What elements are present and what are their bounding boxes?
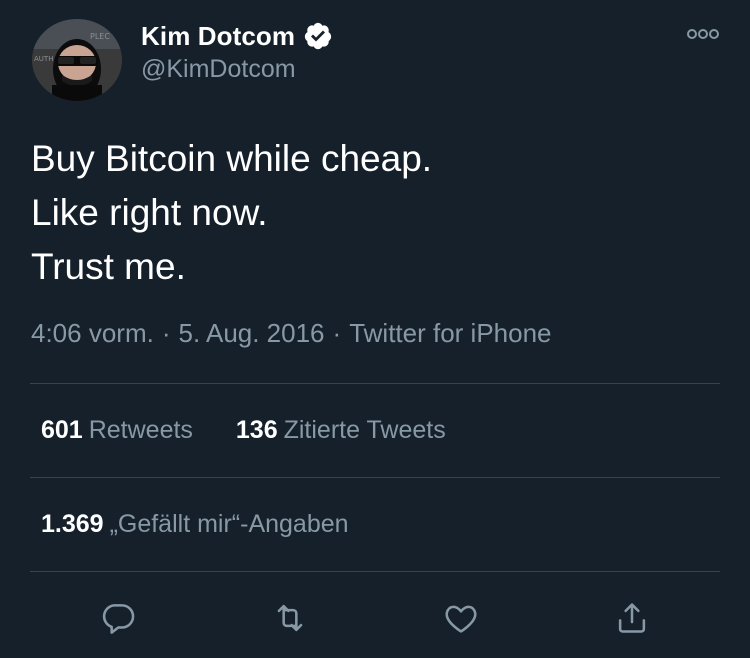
reply-icon bbox=[102, 604, 135, 634]
retweets-label: Retweets bbox=[88, 416, 193, 444]
name-row: Kim Dotcom bbox=[141, 19, 333, 53]
likes-stat[interactable]: 1.369 „Gefällt mir“-Angaben bbox=[41, 510, 349, 539]
share-icon bbox=[618, 603, 646, 633]
tweet-client[interactable]: Twitter for iPhone bbox=[349, 318, 551, 348]
tweet-text-line: Buy Bitcoin while cheap. bbox=[31, 138, 433, 179]
tweet-text-line: Like right now. bbox=[31, 192, 268, 233]
likes-count: 1.369 bbox=[41, 510, 104, 538]
tweet-time[interactable]: 4:06 vorm. bbox=[31, 318, 154, 348]
tweet-meta: 4:06 vorm. · 5. Aug. 2016 · Twitter for iPho… bbox=[31, 318, 552, 349]
quotes-stat[interactable]: 136 Zitierte Tweets bbox=[236, 416, 446, 445]
user-handle[interactable]: @KimDotcom bbox=[141, 55, 296, 84]
svg-text:AUTH: AUTH bbox=[34, 55, 53, 63]
quotes-label: Zitierte Tweets bbox=[283, 416, 446, 444]
action-bar bbox=[0, 596, 750, 640]
reply-button[interactable] bbox=[96, 596, 140, 640]
divider bbox=[30, 383, 720, 384]
retweet-stats-row: 601 Retweets 136 Zitierte Tweets bbox=[41, 416, 446, 445]
tweet-text: Buy Bitcoin while cheap. Like right now.… bbox=[31, 132, 432, 294]
likes-label: „Gefällt mir“-Angaben bbox=[109, 510, 349, 538]
retweet-button[interactable] bbox=[268, 596, 312, 640]
tweet-date[interactable]: 5. Aug. 2016 bbox=[179, 318, 325, 348]
retweets-stat[interactable]: 601 Retweets bbox=[41, 416, 193, 445]
retweets-count: 601 bbox=[41, 416, 83, 444]
tweet-text-line: Trust me. bbox=[31, 246, 186, 287]
retweet-icon bbox=[277, 604, 303, 632]
more-options-icon[interactable] bbox=[686, 24, 720, 44]
share-button[interactable] bbox=[610, 596, 654, 640]
like-button[interactable] bbox=[439, 596, 483, 640]
tweet-card: PLEC AUTH Kim Dotcom @KimDotcom Buy Bitc… bbox=[0, 0, 750, 658]
display-name[interactable]: Kim Dotcom bbox=[141, 21, 295, 52]
avatar[interactable]: PLEC AUTH bbox=[32, 19, 122, 101]
divider bbox=[30, 477, 720, 478]
likes-stats-row: 1.369 „Gefällt mir“-Angaben bbox=[41, 510, 349, 539]
heart-icon bbox=[445, 605, 477, 633]
divider bbox=[30, 571, 720, 572]
avatar-image: PLEC AUTH bbox=[32, 19, 122, 101]
svg-text:PLEC: PLEC bbox=[90, 32, 110, 41]
separator: · bbox=[161, 318, 171, 348]
separator: · bbox=[332, 318, 342, 348]
quotes-count: 136 bbox=[235, 416, 278, 444]
verified-badge-icon bbox=[303, 21, 333, 51]
